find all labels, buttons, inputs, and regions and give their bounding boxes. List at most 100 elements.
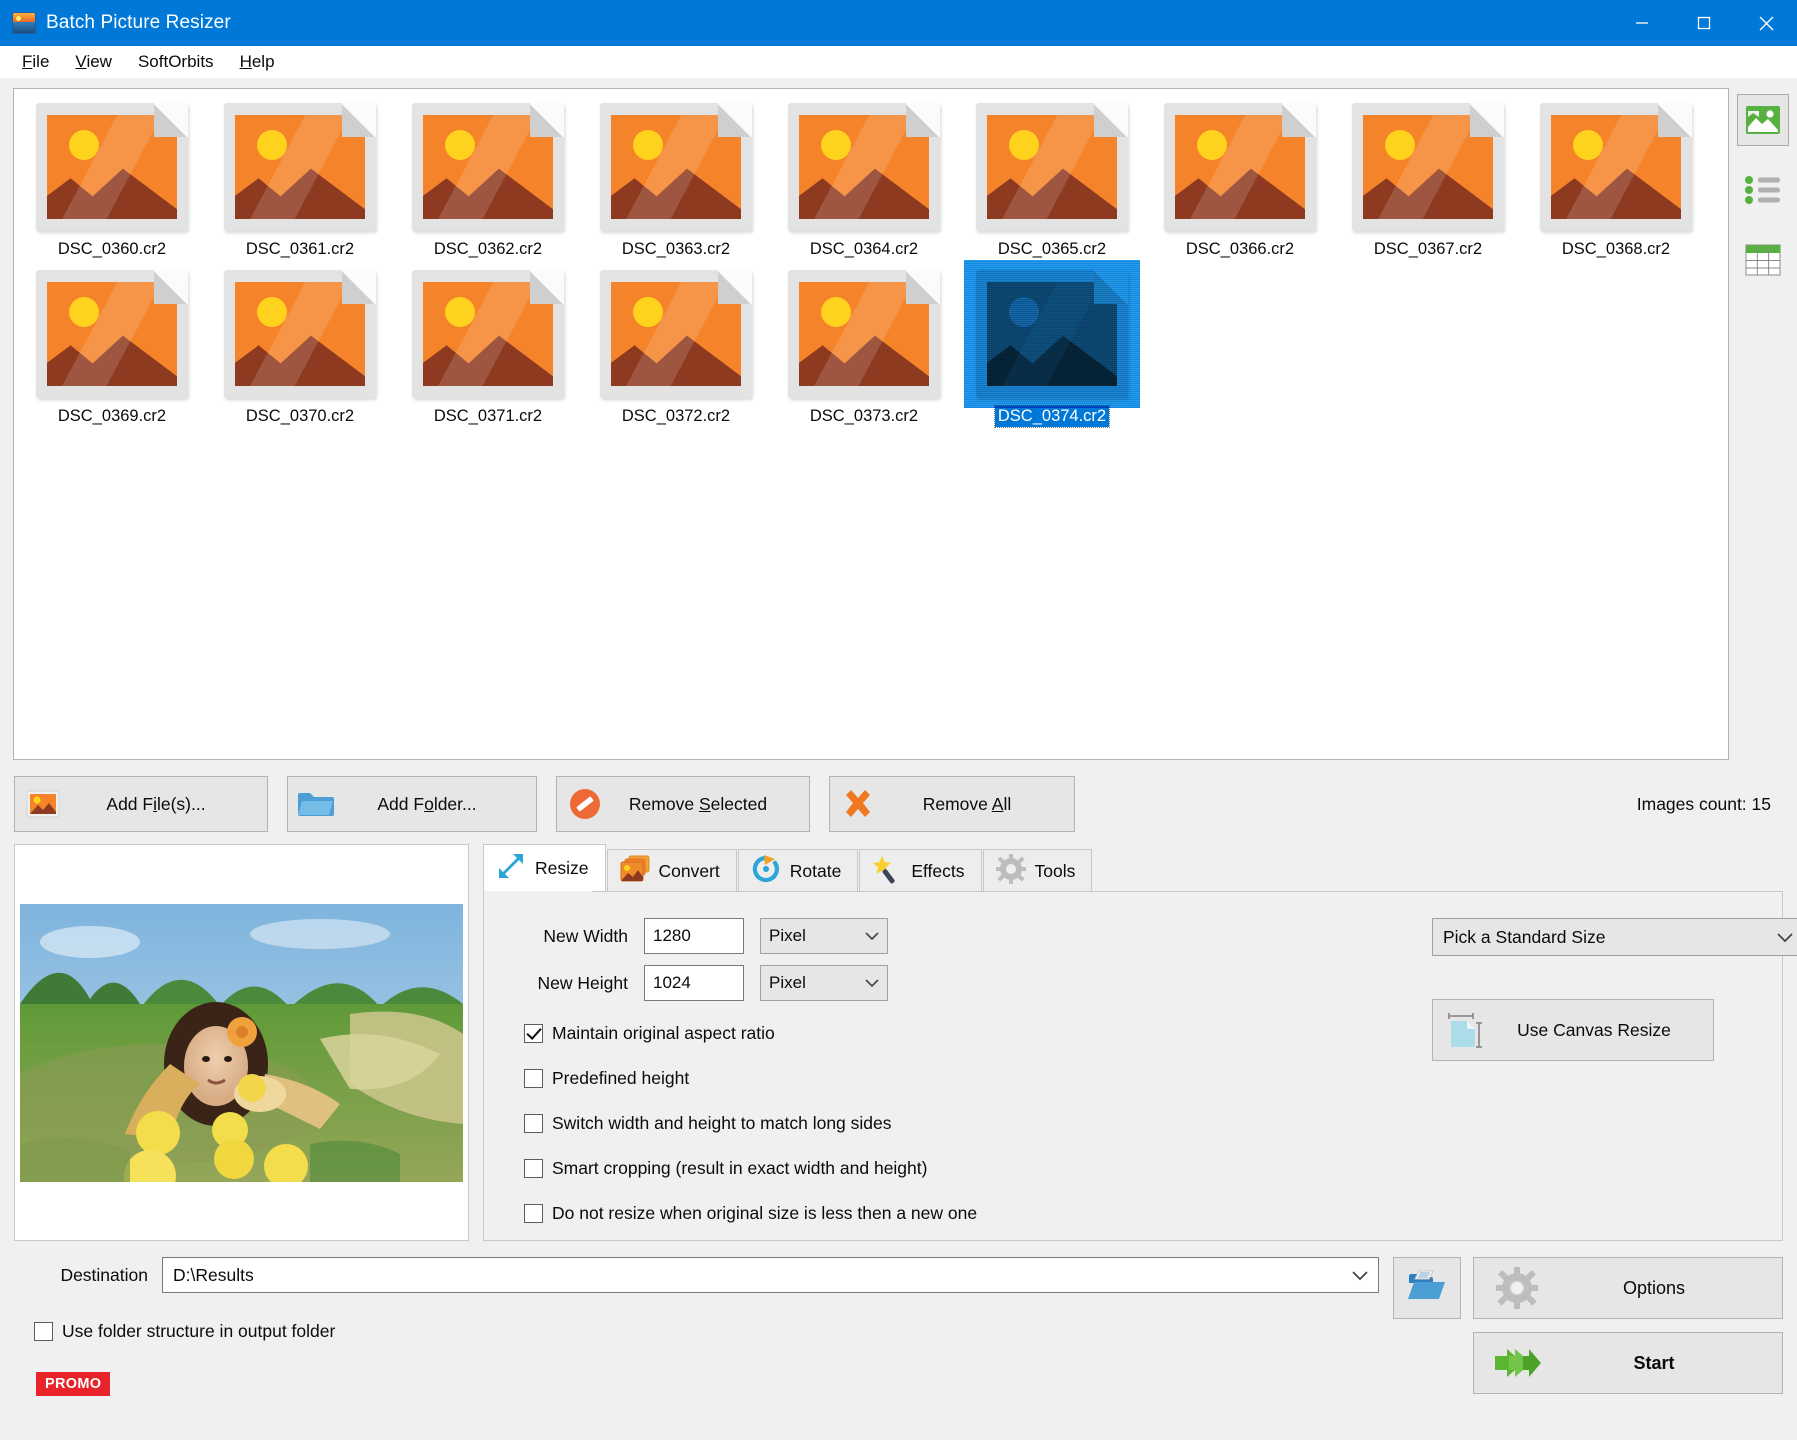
add-image-icon bbox=[15, 790, 71, 818]
thumbnail-label: DSC_0374.cr2 bbox=[993, 405, 1111, 428]
resize-checkbox[interactable]: Switch width and height to match long si… bbox=[524, 1113, 1782, 1134]
tab-effects[interactable]: Effects bbox=[859, 849, 982, 893]
new-width-unit-value: Pixel bbox=[769, 926, 806, 945]
thumbnail-item[interactable]: DSC_0372.cr2 bbox=[582, 264, 770, 431]
checkbox-label: Maintain original aspect ratio bbox=[552, 1023, 775, 1043]
new-height-input[interactable] bbox=[644, 965, 744, 1001]
list-view-icon[interactable] bbox=[1737, 164, 1789, 216]
tab-tools[interactable]: Tools bbox=[982, 849, 1093, 893]
thumbnail-item[interactable]: DSC_0362.cr2 bbox=[394, 97, 582, 264]
thumbnail-image bbox=[788, 270, 940, 398]
add-files-label: Add File(s)... bbox=[106, 793, 206, 814]
thumbnail-image bbox=[788, 103, 940, 231]
options-label: Options bbox=[1622, 1277, 1686, 1298]
tab-convert[interactable]: Convert bbox=[606, 849, 737, 893]
thumbnail-pane[interactable]: DSC_0360.cr2 DSC_0361.cr2 DSC_0362.cr2 DSC_… bbox=[13, 88, 1729, 760]
thumbnail-item[interactable]: DSC_0365.cr2 bbox=[958, 97, 1146, 264]
thumbnail-item[interactable]: DSC_0368.cr2 bbox=[1522, 97, 1710, 264]
thumbnail-image bbox=[600, 270, 752, 398]
thumbnail-image bbox=[976, 103, 1128, 231]
menu-help-rest: elp bbox=[251, 52, 275, 71]
resize-right-column: Pick a Standard Size Use Canvas Resize bbox=[1432, 918, 1797, 1061]
destination-input[interactable]: D:\Results bbox=[162, 1257, 1379, 1293]
chevron-down-icon bbox=[865, 926, 879, 946]
details-view-icon[interactable] bbox=[1737, 234, 1789, 286]
thumbnail-view-icon[interactable] bbox=[1737, 94, 1789, 146]
use-canvas-resize-button[interactable]: Use Canvas Resize bbox=[1432, 999, 1714, 1061]
preview-image bbox=[20, 903, 463, 1182]
thumbnail-label: DSC_0365.cr2 bbox=[997, 240, 1107, 258]
tab-resize[interactable]: Resize bbox=[483, 844, 606, 891]
app-photo-icon bbox=[12, 12, 36, 34]
images-count-label: Images count: 15 bbox=[1636, 793, 1771, 814]
new-height-unit-select[interactable]: Pixel bbox=[760, 965, 888, 1001]
chevron-down-icon bbox=[1777, 927, 1793, 948]
thumbnail-item[interactable]: DSC_0364.cr2 bbox=[770, 97, 958, 264]
thumbnail-item[interactable]: DSC_0369.cr2 bbox=[18, 264, 206, 431]
standard-size-value: Pick a Standard Size bbox=[1443, 926, 1606, 947]
destination-left: Destination D:\Results Use folder struct… bbox=[14, 1257, 1379, 1396]
resize-checkbox[interactable]: Do not resize when original size is less… bbox=[524, 1203, 1782, 1224]
resize-checkbox[interactable]: Smart cropping (result in exact width an… bbox=[524, 1158, 1782, 1179]
checkbox-box bbox=[524, 1069, 543, 1088]
thumbnail-label: DSC_0368.cr2 bbox=[1561, 240, 1671, 258]
remove-selected-label: Remove Selected bbox=[628, 793, 768, 814]
remove-all-button[interactable]: Remove All bbox=[829, 776, 1075, 832]
destination-value: D:\Results bbox=[173, 1264, 254, 1285]
thumbnail-item[interactable]: DSC_0371.cr2 bbox=[394, 264, 582, 431]
open-folder-icon bbox=[1407, 1269, 1447, 1308]
remove-selected-button[interactable]: Remove Selected bbox=[556, 776, 810, 832]
thumbnail-item[interactable]: DSC_0370.cr2 bbox=[206, 264, 394, 431]
thumbnail-image bbox=[36, 103, 188, 231]
tab-zone: Resize Convert Rotate Effects Tools New … bbox=[483, 844, 1797, 1241]
thumbnail-item[interactable]: DSC_0360.cr2 bbox=[18, 97, 206, 264]
tab-rotate[interactable]: Rotate bbox=[737, 849, 859, 893]
thumbnail-label: DSC_0360.cr2 bbox=[57, 240, 167, 258]
destination-label: Destination bbox=[60, 1264, 148, 1285]
standard-size-select[interactable]: Pick a Standard Size bbox=[1432, 918, 1797, 956]
thumbnail-item[interactable]: DSC_0363.cr2 bbox=[582, 97, 770, 264]
thumbnail-area: DSC_0360.cr2 DSC_0361.cr2 DSC_0362.cr2 DSC_… bbox=[0, 78, 1797, 760]
menu-item-softorbits[interactable]: SoftOrbits bbox=[126, 48, 226, 76]
browse-destination-button[interactable] bbox=[1393, 1257, 1461, 1319]
thumbnail-label: DSC_0367.cr2 bbox=[1373, 240, 1483, 258]
promo-badge[interactable]: PROMO bbox=[36, 1372, 111, 1396]
checkbox-label: Switch width and height to match long si… bbox=[552, 1113, 892, 1133]
menu-item-view[interactable]: View bbox=[63, 48, 124, 76]
remove-all-label: Remove All bbox=[922, 793, 1012, 814]
destination-right: Options Start bbox=[1379, 1257, 1783, 1394]
tab-strip: Resize Convert Rotate Effects Tools bbox=[483, 844, 1783, 893]
use-canvas-resize-label: Use Canvas Resize bbox=[1517, 1019, 1671, 1040]
resize-checkbox[interactable]: Predefined height bbox=[524, 1068, 1782, 1089]
new-width-input[interactable] bbox=[644, 918, 744, 954]
start-button[interactable]: Start bbox=[1473, 1332, 1783, 1394]
add-folder-button[interactable]: Add Folder... bbox=[287, 776, 537, 832]
use-folder-structure-checkbox[interactable]: Use folder structure in output folder bbox=[34, 1321, 1379, 1342]
thumbnail-item[interactable]: DSC_0374.cr2 bbox=[958, 260, 1146, 431]
maximize-icon[interactable] bbox=[1673, 0, 1735, 46]
options-button[interactable]: Options bbox=[1473, 1257, 1783, 1319]
destination-section: Destination D:\Results Use folder struct… bbox=[0, 1241, 1797, 1396]
menu-item-file[interactable]: File bbox=[10, 48, 61, 76]
canvas-resize-icon bbox=[1433, 1009, 1495, 1051]
checkbox-box bbox=[524, 1159, 543, 1178]
convert-images-icon bbox=[620, 855, 650, 888]
minimize-icon[interactable] bbox=[1611, 0, 1673, 46]
add-files-button[interactable]: Add File(s)... bbox=[14, 776, 268, 832]
chevron-down-icon[interactable] bbox=[1352, 1265, 1368, 1286]
thumbnail-image bbox=[1164, 103, 1316, 231]
new-width-unit-select[interactable]: Pixel bbox=[760, 918, 888, 954]
thumbnail-item[interactable]: DSC_0373.cr2 bbox=[770, 264, 958, 431]
thumbnail-item[interactable]: DSC_0361.cr2 bbox=[206, 97, 394, 264]
close-icon[interactable] bbox=[1735, 0, 1797, 46]
thumbnail-label: DSC_0364.cr2 bbox=[809, 240, 919, 258]
lower-section: Resize Convert Rotate Effects Tools New … bbox=[0, 832, 1797, 1241]
new-height-unit-value: Pixel bbox=[769, 973, 806, 992]
menu-item-help[interactable]: Help bbox=[228, 48, 287, 76]
checkbox-box bbox=[524, 1114, 543, 1133]
thumbnail-label: DSC_0369.cr2 bbox=[57, 407, 167, 425]
thumbnail-item[interactable]: DSC_0366.cr2 bbox=[1146, 97, 1334, 264]
thumbnail-item[interactable]: DSC_0367.cr2 bbox=[1334, 97, 1522, 264]
rotate-arrow-icon bbox=[751, 854, 781, 889]
resize-arrows-icon bbox=[496, 851, 526, 886]
